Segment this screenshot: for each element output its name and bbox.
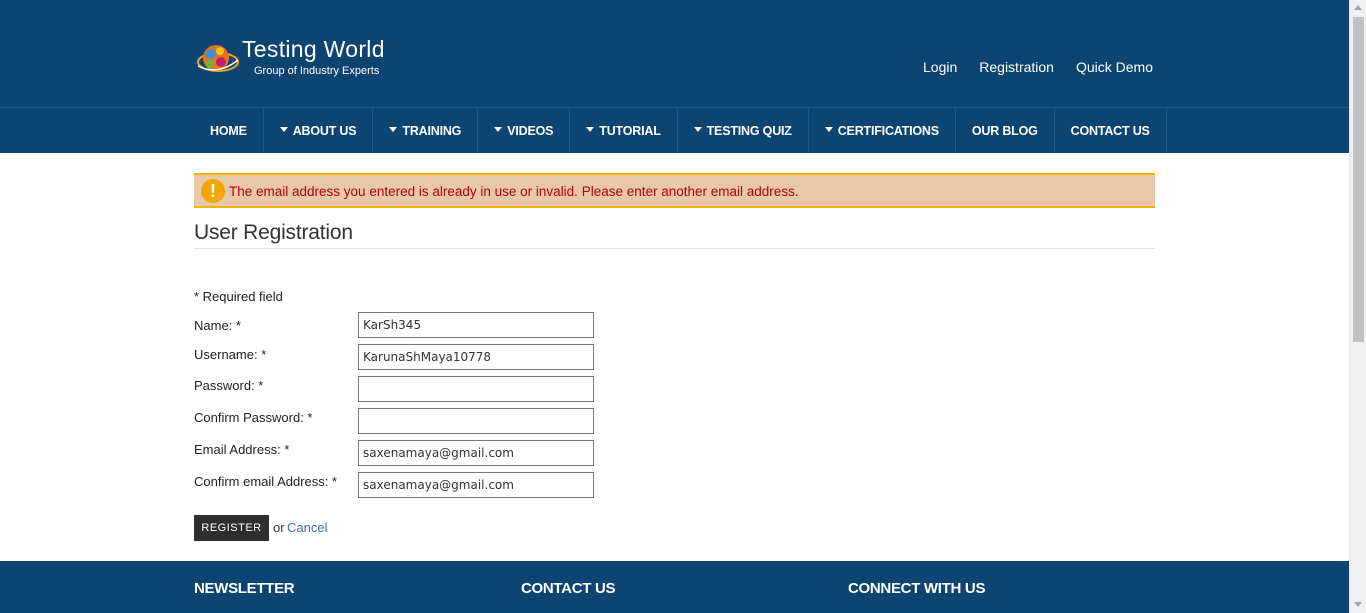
- registration-link[interactable]: Registration: [979, 59, 1054, 75]
- caret-down-icon: [279, 127, 288, 132]
- quick-demo-link[interactable]: Quick Demo: [1076, 59, 1153, 75]
- exclamation-icon: !: [201, 179, 225, 203]
- footer-heading-connect-with-us: CONNECT WITH US: [848, 580, 986, 597]
- nav-item-home[interactable]: HOME: [194, 108, 264, 153]
- confirm-email-field[interactable]: [358, 472, 594, 498]
- page: Testing World Group of Industry Experts …: [0, 0, 1349, 613]
- nav-item-label: HOME: [210, 123, 247, 138]
- nav-item-label: ABOUT US: [292, 123, 357, 138]
- nav-item-label: CONTACT US: [1070, 123, 1150, 138]
- nav-item-contact-us[interactable]: CONTACT US: [1055, 108, 1167, 153]
- nav-item-label: TRAINING: [402, 123, 462, 138]
- logo-title: Testing World: [242, 36, 385, 62]
- required-field-note: * Required field: [194, 289, 283, 304]
- scroll-down-arrow-icon[interactable]: [1354, 602, 1362, 607]
- nav-item-testing-quiz[interactable]: TESTING QUIZ: [678, 108, 809, 153]
- cancel-link[interactable]: Cancel: [287, 520, 327, 535]
- caret-down-icon: [693, 127, 702, 132]
- nav-item-our-blog[interactable]: OUR BLOG: [956, 108, 1055, 153]
- nav-item-certifications[interactable]: CERTIFICATIONS: [809, 108, 956, 153]
- or-text: or: [273, 520, 285, 535]
- caret-down-icon: [494, 127, 503, 132]
- caret-down-icon: [824, 127, 833, 132]
- password-label: Password: *: [194, 378, 264, 393]
- site-footer: NEWSLETTER CONTACT US CONNECT WITH US: [0, 561, 1349, 613]
- confirm-email-label: Confirm email Address: *: [194, 474, 338, 489]
- nav-item-label: VIDEOS: [507, 123, 554, 138]
- logo-subtitle: Group of Industry Experts: [254, 65, 380, 77]
- main-nav: HOME ABOUT US TRAINING VIDEOS TUTORIAL T…: [194, 108, 1167, 153]
- nav-item-videos[interactable]: VIDEOS: [478, 108, 571, 153]
- name-label: Name: *: [194, 318, 241, 333]
- scroll-up-arrow-icon[interactable]: [1354, 5, 1362, 10]
- confirm-password-field[interactable]: [358, 408, 594, 434]
- footer-heading-newsletter: NEWSLETTER: [194, 580, 295, 597]
- nav-item-about-us[interactable]: ABOUT US: [264, 108, 374, 153]
- footer-heading-contact-us: CONTACT US: [521, 580, 616, 597]
- alert-message: The email address you entered is already…: [229, 184, 799, 199]
- title-divider: [194, 248, 1155, 249]
- nav-item-training[interactable]: TRAINING: [373, 108, 479, 153]
- caret-down-icon: [389, 127, 398, 132]
- top-links: Login Registration Quick Demo: [923, 59, 1153, 75]
- nav-item-label: TUTORIAL: [599, 123, 661, 138]
- nav-item-tutorial[interactable]: TUTORIAL: [570, 108, 678, 153]
- register-button[interactable]: REGISTER: [194, 515, 269, 541]
- username-label: Username: *: [194, 347, 267, 362]
- main-nav-bar: HOME ABOUT US TRAINING VIDEOS TUTORIAL T…: [0, 107, 1349, 153]
- email-label: Email Address: *: [194, 442, 290, 457]
- password-field[interactable]: [358, 376, 594, 402]
- username-field[interactable]: [358, 344, 594, 370]
- site-logo[interactable]: Testing World Group of Industry Experts: [196, 36, 406, 82]
- caret-down-icon: [586, 127, 595, 132]
- confirm-password-label: Confirm Password: *: [194, 410, 313, 425]
- email-field[interactable]: [358, 440, 594, 466]
- nav-item-label: TESTING QUIZ: [706, 123, 792, 138]
- nav-item-label: OUR BLOG: [971, 123, 1038, 138]
- scrollbar-thumb[interactable]: [1353, 17, 1364, 342]
- vertical-scrollbar[interactable]: [1349, 0, 1366, 613]
- page-title: User Registration: [194, 221, 353, 244]
- name-field[interactable]: [358, 312, 594, 338]
- error-alert: ! The email address you entered is alrea…: [194, 173, 1155, 208]
- globe-logo-icon: [197, 45, 239, 72]
- login-link[interactable]: Login: [923, 59, 957, 75]
- nav-item-label: CERTIFICATIONS: [837, 123, 939, 138]
- site-header: Testing World Group of Industry Experts …: [0, 0, 1349, 107]
